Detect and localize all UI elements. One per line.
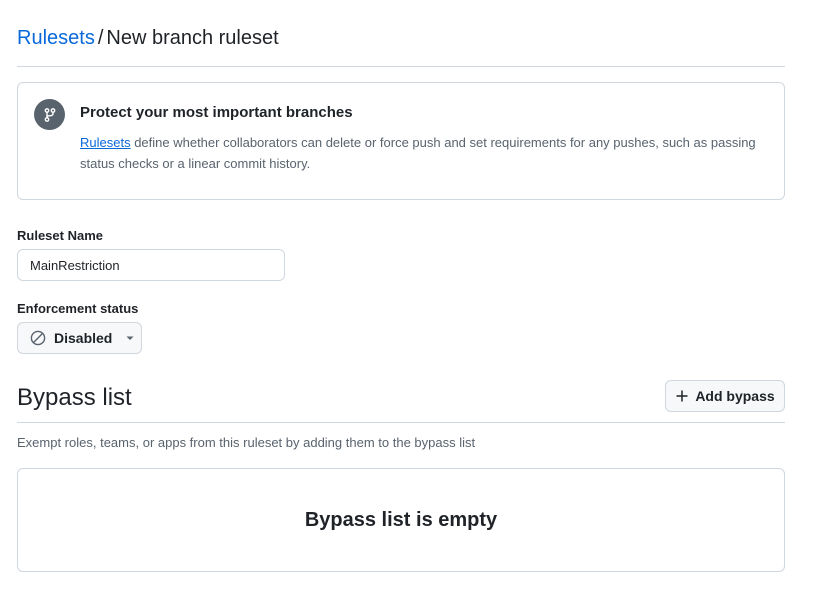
- add-bypass-button[interactable]: Add bypass: [665, 380, 785, 412]
- new-branch-ruleset-page: Rulesets / New branch ruleset Protect your…: [0, 0, 821, 595]
- rulesets-docs-link[interactable]: Rulesets: [80, 135, 131, 150]
- add-bypass-label: Add bypass: [695, 388, 775, 404]
- enforcement-status-dropdown[interactable]: Disabled: [17, 322, 142, 354]
- enforcement-status-label: Enforcement status: [17, 301, 139, 316]
- bypass-list-heading: Bypass list: [17, 384, 132, 411]
- info-banner: Protect your most important branches Rul…: [17, 82, 785, 200]
- bypass-empty-message: Bypass list is empty: [304, 508, 498, 531]
- info-description-text: define whether collaborators can delete …: [80, 135, 756, 171]
- plus-icon: [675, 389, 689, 403]
- bypass-list-empty-state: Bypass list is empty: [17, 468, 785, 572]
- header-divider: [17, 66, 785, 67]
- git-branch-icon: [34, 99, 65, 130]
- bypass-divider: [17, 422, 785, 423]
- breadcrumb-separator: /: [97, 27, 104, 49]
- enforcement-status-value: Disabled: [54, 330, 113, 346]
- info-description: Rulesets define whether collaborators ca…: [80, 132, 770, 174]
- page-title: New branch ruleset: [106, 27, 279, 49]
- breadcrumb: Rulesets / New branch ruleset: [17, 26, 279, 50]
- caret-down-icon: [125, 333, 135, 343]
- ruleset-name-input[interactable]: [17, 249, 285, 281]
- bypass-description: Exempt roles, teams, or apps from this r…: [17, 435, 476, 450]
- breadcrumb-rulesets-link[interactable]: Rulesets: [17, 27, 95, 49]
- ruleset-name-label: Ruleset Name: [17, 228, 103, 243]
- circle-slash-icon: [29, 330, 46, 347]
- info-title: Protect your most important branches: [80, 104, 353, 121]
